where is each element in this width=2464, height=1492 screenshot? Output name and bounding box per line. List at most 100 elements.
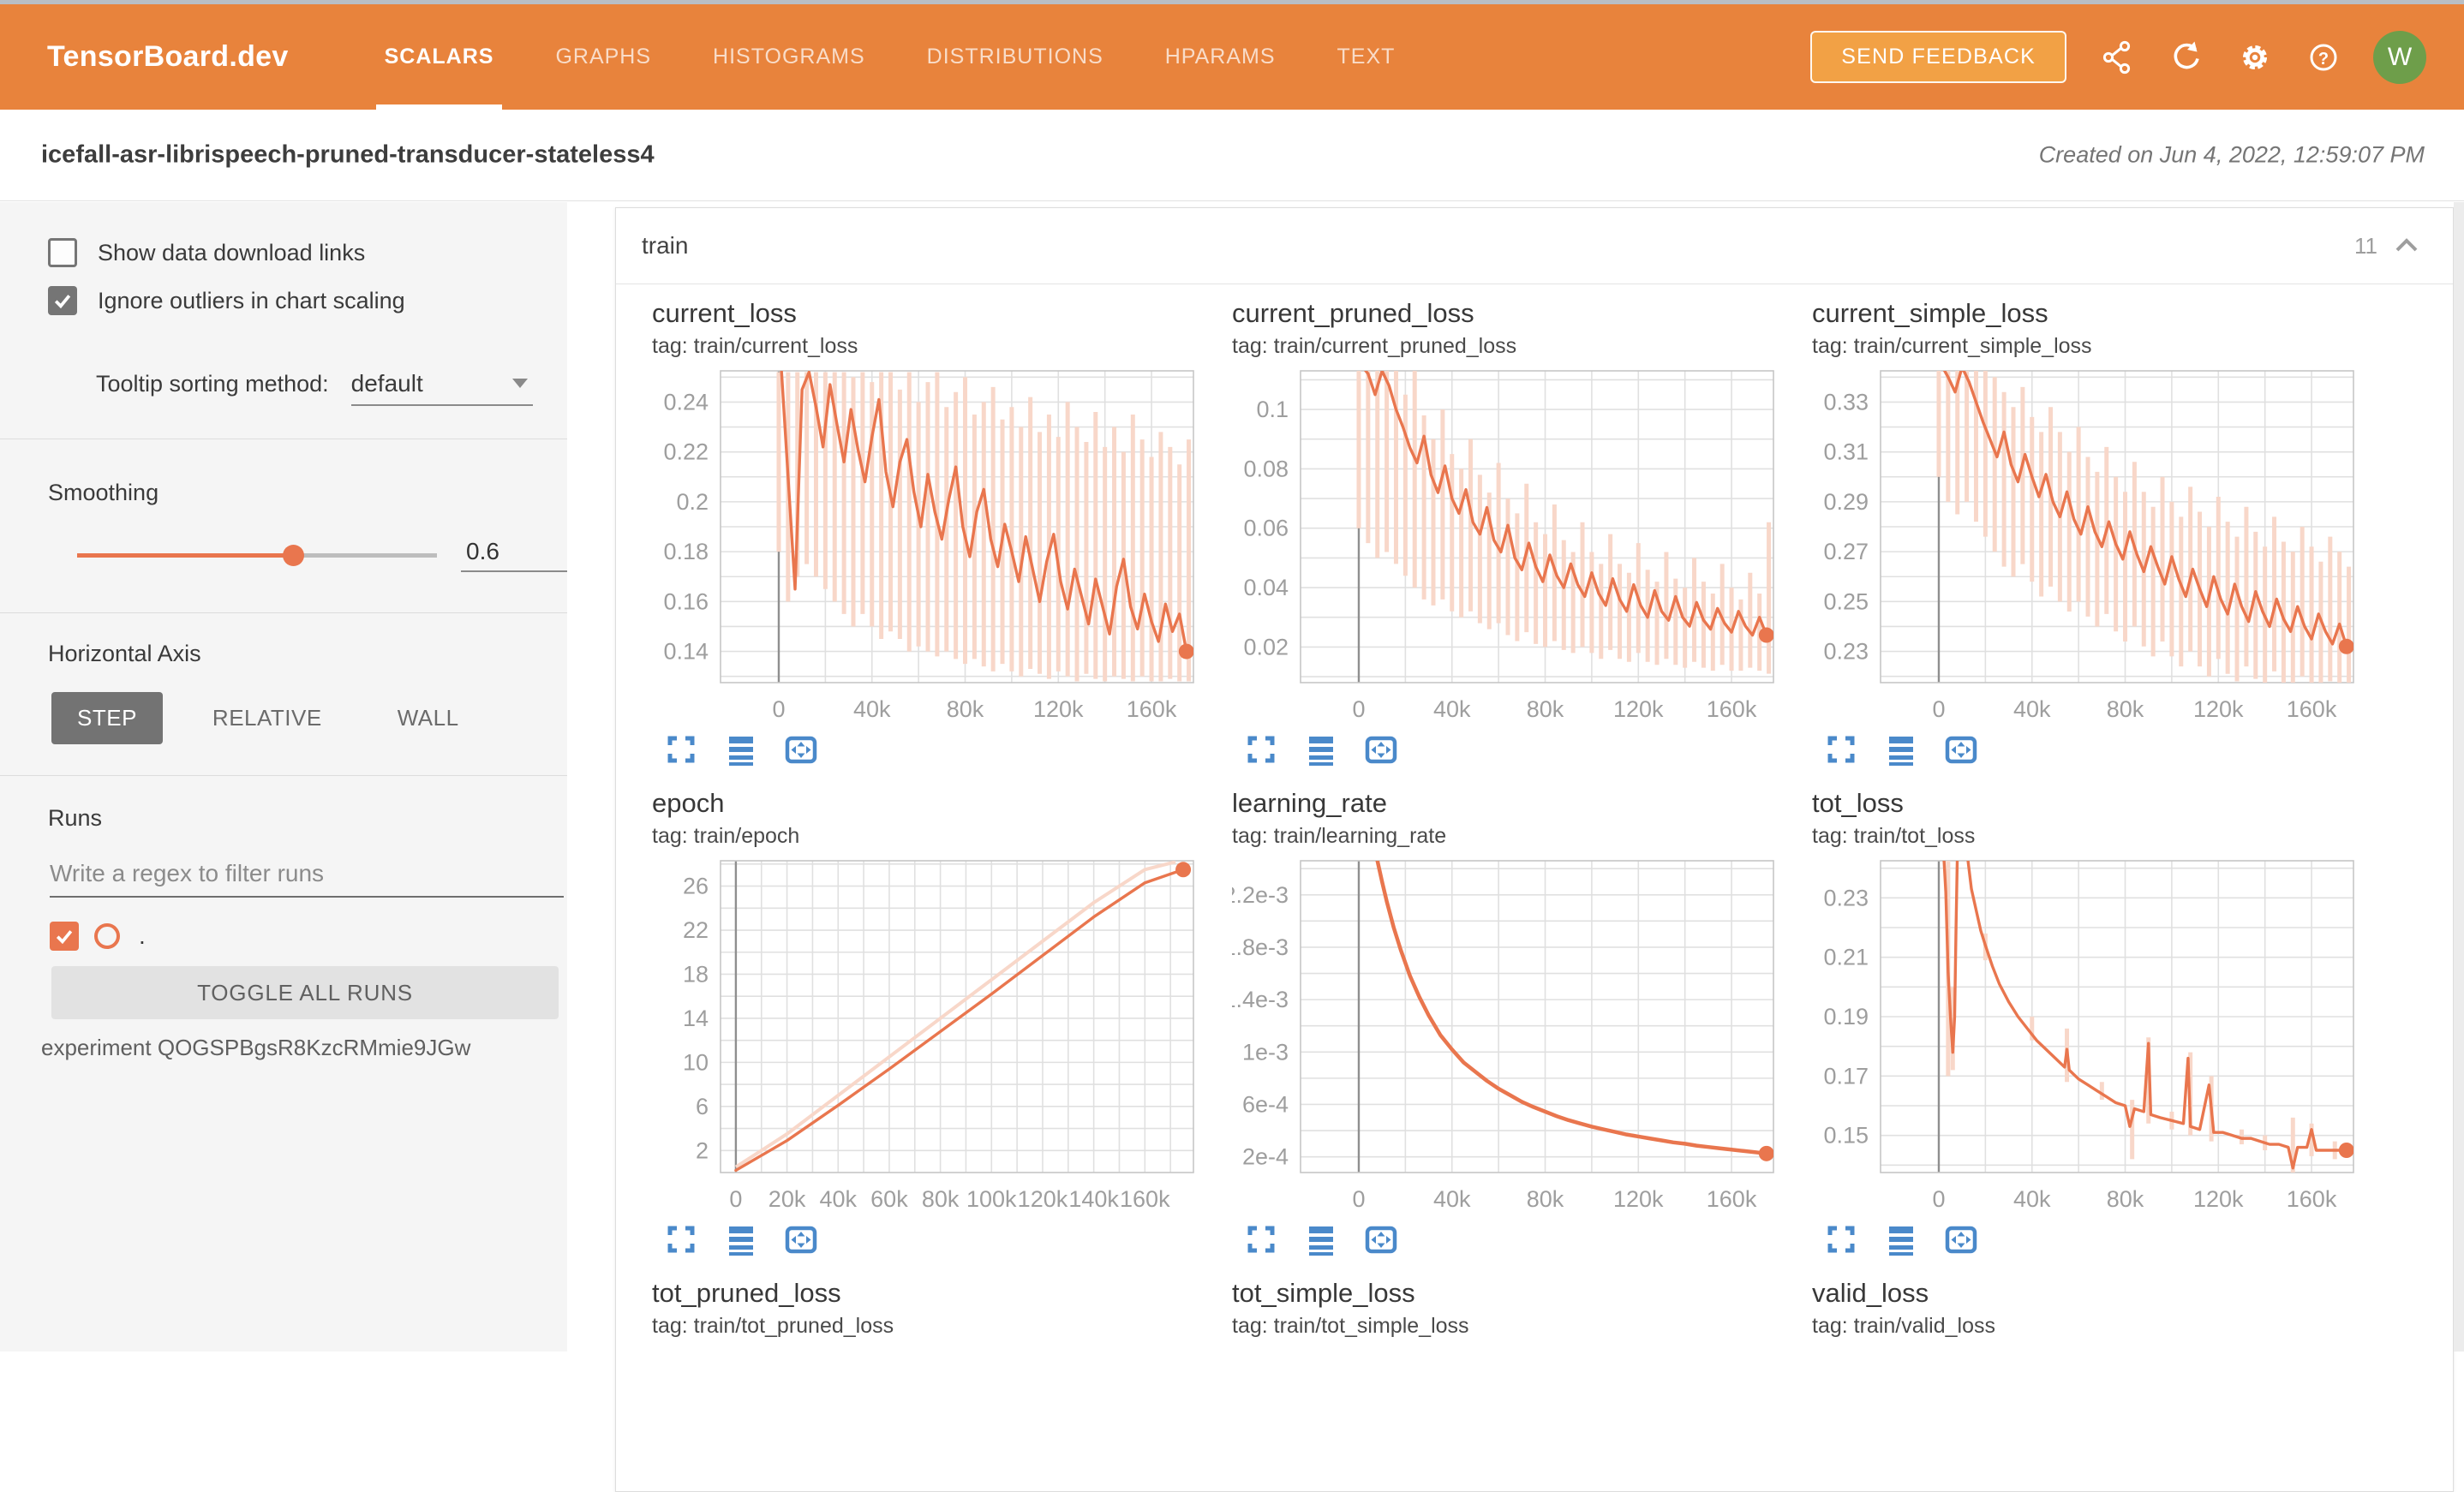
svg-text:80k: 80k	[2107, 1186, 2144, 1212]
chevron-up-icon[interactable]	[2393, 236, 2420, 255]
refresh-icon[interactable]	[2169, 40, 2204, 75]
data-table-icon[interactable]	[724, 1222, 758, 1256]
tab-scalars[interactable]: SCALARS	[376, 4, 503, 110]
slider-knob[interactable]	[283, 545, 304, 566]
chart-title: current_simple_loss	[1812, 297, 2373, 330]
svg-text:120k: 120k	[2193, 1186, 2244, 1212]
fit-domain-icon[interactable]	[1944, 1222, 1978, 1256]
checkbox-label: Show data download links	[98, 240, 365, 266]
svg-text:120k: 120k	[1033, 696, 1084, 722]
charts-grid: current_loss tag: train/current_loss 0.140…	[616, 283, 2453, 1339]
svg-text:20k: 20k	[769, 1186, 806, 1212]
svg-text:0.17: 0.17	[1823, 1063, 1869, 1089]
smoothing-value-field[interactable]: 0.6	[461, 538, 567, 572]
checkbox-ignore-outliers[interactable]	[48, 286, 77, 315]
chart-plot[interactable]: 0.020.040.060.080.1040k80k120k160k	[1232, 366, 1780, 729]
share-icon[interactable]	[2101, 40, 2135, 75]
svg-text:80k: 80k	[922, 1186, 960, 1212]
created-timestamp: Created on Jun 4, 2022, 12:59:07 PM	[2039, 142, 2425, 169]
tab-hparams[interactable]: HPARAMS	[1157, 4, 1284, 110]
divider	[0, 612, 567, 613]
run-color-swatch[interactable]	[94, 923, 120, 949]
chart-plot[interactable]: 261014182226020k40k60k80k100k120k140k160…	[652, 856, 1200, 1219]
tab-graphs[interactable]: GRAPHS	[547, 4, 660, 110]
chart-tag: tag: train/valid_loss	[1812, 1313, 2373, 1339]
chart-card: tot_pruned_losstag: train/tot_pruned_los…	[652, 1277, 1213, 1339]
help-icon[interactable]: ?	[2306, 40, 2341, 75]
tooltip-sorting-select[interactable]: default	[351, 370, 533, 406]
data-table-icon[interactable]	[1884, 732, 1918, 767]
data-table-icon[interactable]	[1304, 1222, 1338, 1256]
svg-text:80k: 80k	[1527, 1186, 1564, 1212]
chart-card: valid_losstag: train/valid_loss	[1812, 1277, 2373, 1339]
experiment-id-label: experiment QOGSPBgsR8KzcRMmie9JGw	[0, 1035, 608, 1061]
fit-domain-icon[interactable]	[1944, 732, 1978, 767]
chart-card: tot_simple_losstag: train/tot_simple_los…	[1232, 1277, 1793, 1339]
data-table-icon[interactable]	[1884, 1222, 1918, 1256]
chart-actions	[652, 1222, 1213, 1256]
scrollbar-track[interactable]	[2454, 202, 2464, 1352]
svg-text:40k: 40k	[2013, 1186, 2051, 1212]
svg-text:0.23: 0.23	[1823, 639, 1869, 665]
svg-text:0.02: 0.02	[1243, 634, 1289, 659]
chart-plot[interactable]: 0.140.160.180.20.220.24040k80k120k160k	[652, 366, 1200, 729]
svg-text:160k: 160k	[2287, 696, 2337, 722]
axis-button-wall[interactable]: WALL	[372, 692, 485, 744]
chart-title: tot_loss	[1812, 787, 2373, 820]
chart-title: epoch	[652, 787, 1213, 820]
settings-icon[interactable]	[2238, 40, 2272, 75]
chart-title: current_loss	[652, 297, 1213, 330]
tab-histograms[interactable]: HISTOGRAMS	[704, 4, 874, 110]
svg-text:0.27: 0.27	[1823, 539, 1869, 564]
horizontal-axis-buttons: STEP RELATIVE WALL	[0, 692, 619, 744]
app-logo[interactable]: TensorBoard.dev	[47, 40, 289, 74]
svg-text:0.2: 0.2	[676, 489, 709, 515]
svg-text:1.8e-3: 1.8e-3	[1232, 934, 1289, 960]
svg-text:1.4e-3: 1.4e-3	[1232, 987, 1289, 1012]
expand-icon[interactable]	[1244, 732, 1278, 767]
section-count-badge: 11	[2354, 233, 2377, 260]
svg-text:0: 0	[1932, 1186, 1945, 1212]
fit-domain-icon[interactable]	[784, 732, 818, 767]
svg-text:160k: 160k	[1707, 696, 1757, 722]
run-checkbox[interactable]	[50, 922, 79, 951]
data-table-icon[interactable]	[1304, 732, 1338, 767]
tab-distributions[interactable]: DISTRIBUTIONS	[918, 4, 1112, 110]
slider-fill	[77, 553, 293, 558]
chart-plot[interactable]: 2e-46e-41e-31.4e-31.8e-32.2e-3040k80k120…	[1232, 856, 1780, 1219]
toggle-all-runs-button[interactable]: TOGGLE ALL RUNS	[51, 966, 559, 1019]
axis-button-relative[interactable]: RELATIVE	[187, 692, 348, 744]
expand-icon[interactable]	[664, 732, 698, 767]
avatar[interactable]: W	[2373, 31, 2426, 84]
data-table-icon[interactable]	[724, 732, 758, 767]
chart-plot[interactable]: 0.230.250.270.290.310.33040k80k120k160k	[1812, 366, 2360, 729]
chart-plot[interactable]: 0.150.170.190.210.23040k80k120k160k	[1812, 856, 2360, 1219]
svg-text:0: 0	[729, 1186, 742, 1212]
svg-text:40k: 40k	[1433, 1186, 1471, 1212]
run-list-item[interactable]: .	[0, 922, 617, 951]
section-header[interactable]: train 11	[616, 208, 2453, 284]
svg-text:0: 0	[1352, 1186, 1365, 1212]
chart-tag: tag: train/current_loss	[652, 333, 1213, 359]
svg-text:0.16: 0.16	[663, 588, 709, 614]
runs-label: Runs	[0, 805, 615, 832]
tab-text[interactable]: TEXT	[1329, 4, 1404, 110]
chart-card: current_loss tag: train/current_loss 0.140…	[652, 297, 1213, 767]
checkbox-show-download-links[interactable]	[48, 238, 77, 267]
smoothing-slider[interactable]	[77, 553, 437, 558]
svg-text:60k: 60k	[870, 1186, 908, 1212]
runs-filter-input[interactable]	[50, 860, 564, 898]
fit-domain-icon[interactable]	[784, 1222, 818, 1256]
axis-button-step[interactable]: STEP	[51, 692, 163, 744]
expand-icon[interactable]	[1824, 1222, 1858, 1256]
svg-text:14: 14	[683, 1006, 709, 1031]
send-feedback-button[interactable]: SEND FEEDBACK	[1810, 31, 2066, 83]
header-actions: SEND FEEDBACK	[1810, 31, 2426, 84]
svg-text:0.08: 0.08	[1243, 456, 1289, 481]
expand-icon[interactable]	[1244, 1222, 1278, 1256]
section-title: train	[642, 232, 688, 260]
fit-domain-icon[interactable]	[1364, 1222, 1398, 1256]
expand-icon[interactable]	[664, 1222, 698, 1256]
expand-icon[interactable]	[1824, 732, 1858, 767]
fit-domain-icon[interactable]	[1364, 732, 1398, 767]
